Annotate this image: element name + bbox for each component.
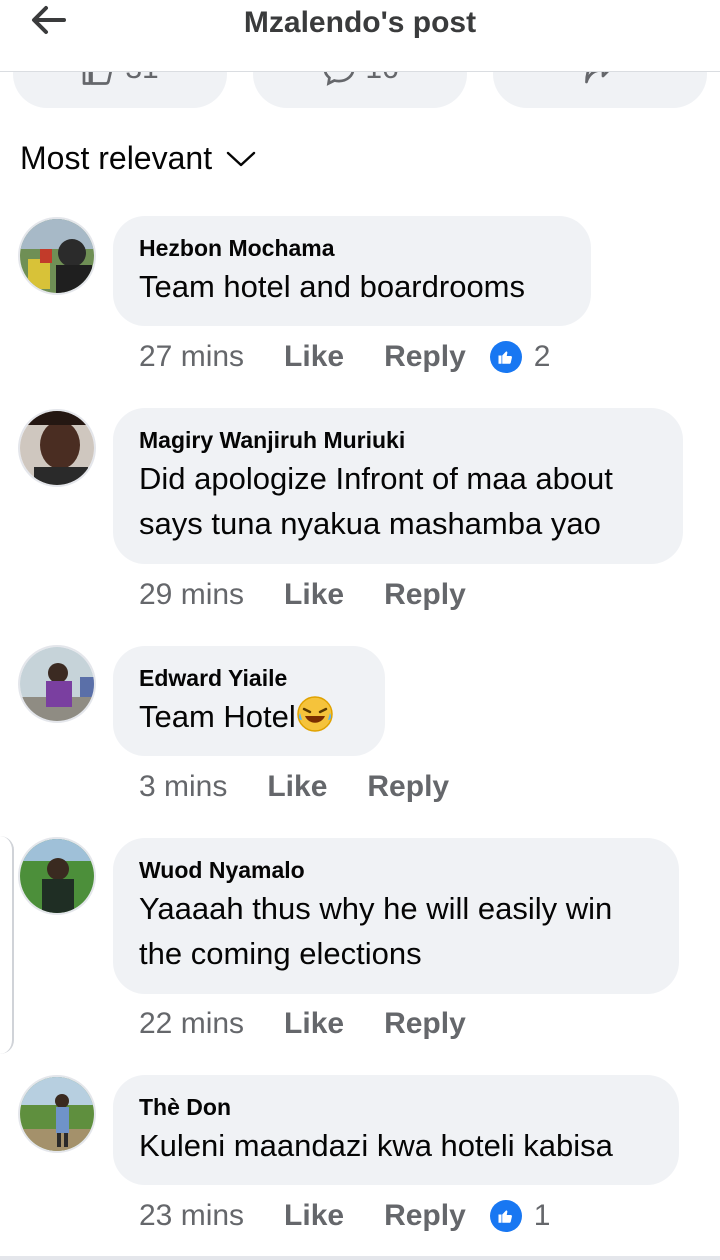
like-button[interactable]: Like: [284, 340, 344, 374]
reaction-count: 1: [533, 1199, 551, 1232]
laughing-emoji-icon: [297, 696, 333, 732]
like-button[interactable]: Like: [284, 1199, 344, 1233]
comment-text: Team Hotel: [139, 699, 296, 734]
reply-button[interactable]: Reply: [384, 578, 466, 612]
avatar[interactable]: [18, 837, 96, 915]
comment-author[interactable]: Wuod Nyamalo: [139, 856, 653, 884]
avatar[interactable]: [18, 645, 96, 723]
reaction-summary[interactable]: 1: [489, 1199, 551, 1233]
comment-time: 22 mins: [139, 1007, 245, 1040]
reaction-count: 2: [533, 340, 551, 373]
comment-text: Yaaaah thus why he will easily win the c…: [139, 891, 613, 971]
like-button[interactable]: Like: [267, 770, 327, 804]
comment-actions: 27 mins Like Reply 2: [139, 340, 550, 374]
reply-button[interactable]: Reply: [384, 1199, 466, 1233]
sort-dropdown[interactable]: Most relevant: [20, 140, 256, 177]
comment-bubble: Magiry Wanjiruh Muriuki Did apologize In…: [113, 408, 683, 564]
comment-actions: 3 mins Like Reply: [139, 770, 473, 804]
comment-bubble: Thè Don Kuleni maandazi kwa hoteli kabis…: [113, 1075, 679, 1185]
comment-actions: 22 mins Like Reply: [139, 1007, 490, 1041]
comment-author[interactable]: Thè Don: [139, 1093, 653, 1121]
comment-author[interactable]: Hezbon Mochama: [139, 234, 565, 262]
chevron-down-icon: [226, 151, 256, 166]
comment-time: 3 mins: [139, 770, 228, 803]
comment-bubble: Hezbon Mochama Team hotel and boardrooms: [113, 216, 591, 326]
comment-text: Did apologize Infront of maa about says …: [139, 461, 613, 541]
comment-time: 27 mins: [139, 340, 245, 373]
comment-author[interactable]: Magiry Wanjiruh Muriuki: [139, 426, 657, 454]
avatar[interactable]: [18, 409, 96, 487]
comment-author[interactable]: Edward Yiaile: [139, 664, 359, 692]
comment-text: Team hotel and boardrooms: [139, 269, 526, 304]
like-reaction-icon: [489, 1200, 522, 1232]
like-button[interactable]: Like: [284, 1007, 344, 1041]
top-bar: Mzalendo's post: [0, 0, 720, 72]
comment-actions: 23 mins Like Reply 1: [139, 1199, 550, 1233]
page-title: Mzalendo's post: [243, 6, 477, 39]
reply-button[interactable]: Reply: [384, 340, 466, 374]
comment-time: 23 mins: [139, 1199, 245, 1232]
comment-bubble: Edward Yiaile Team Hotel: [113, 646, 385, 756]
like-button[interactable]: Like: [284, 578, 344, 612]
like-reaction-icon: [489, 341, 522, 373]
sort-label: Most relevant: [20, 140, 213, 176]
avatar[interactable]: [18, 1075, 96, 1153]
comment-bubble: Wuod Nyamalo Yaaaah thus why he will eas…: [113, 838, 679, 994]
reply-button[interactable]: Reply: [367, 770, 449, 804]
comment-text: Kuleni maandazi kwa hoteli kabisa: [139, 1128, 613, 1163]
comment-time: 29 mins: [139, 578, 245, 611]
bottom-divider: [0, 1256, 720, 1260]
comment-actions: 29 mins Like Reply: [139, 578, 490, 612]
avatar[interactable]: [18, 217, 96, 295]
edge-divider: [0, 836, 14, 1054]
reply-button[interactable]: Reply: [384, 1007, 466, 1041]
comment-text-row: Team Hotel: [139, 694, 359, 739]
reaction-summary[interactable]: 2: [489, 340, 551, 374]
